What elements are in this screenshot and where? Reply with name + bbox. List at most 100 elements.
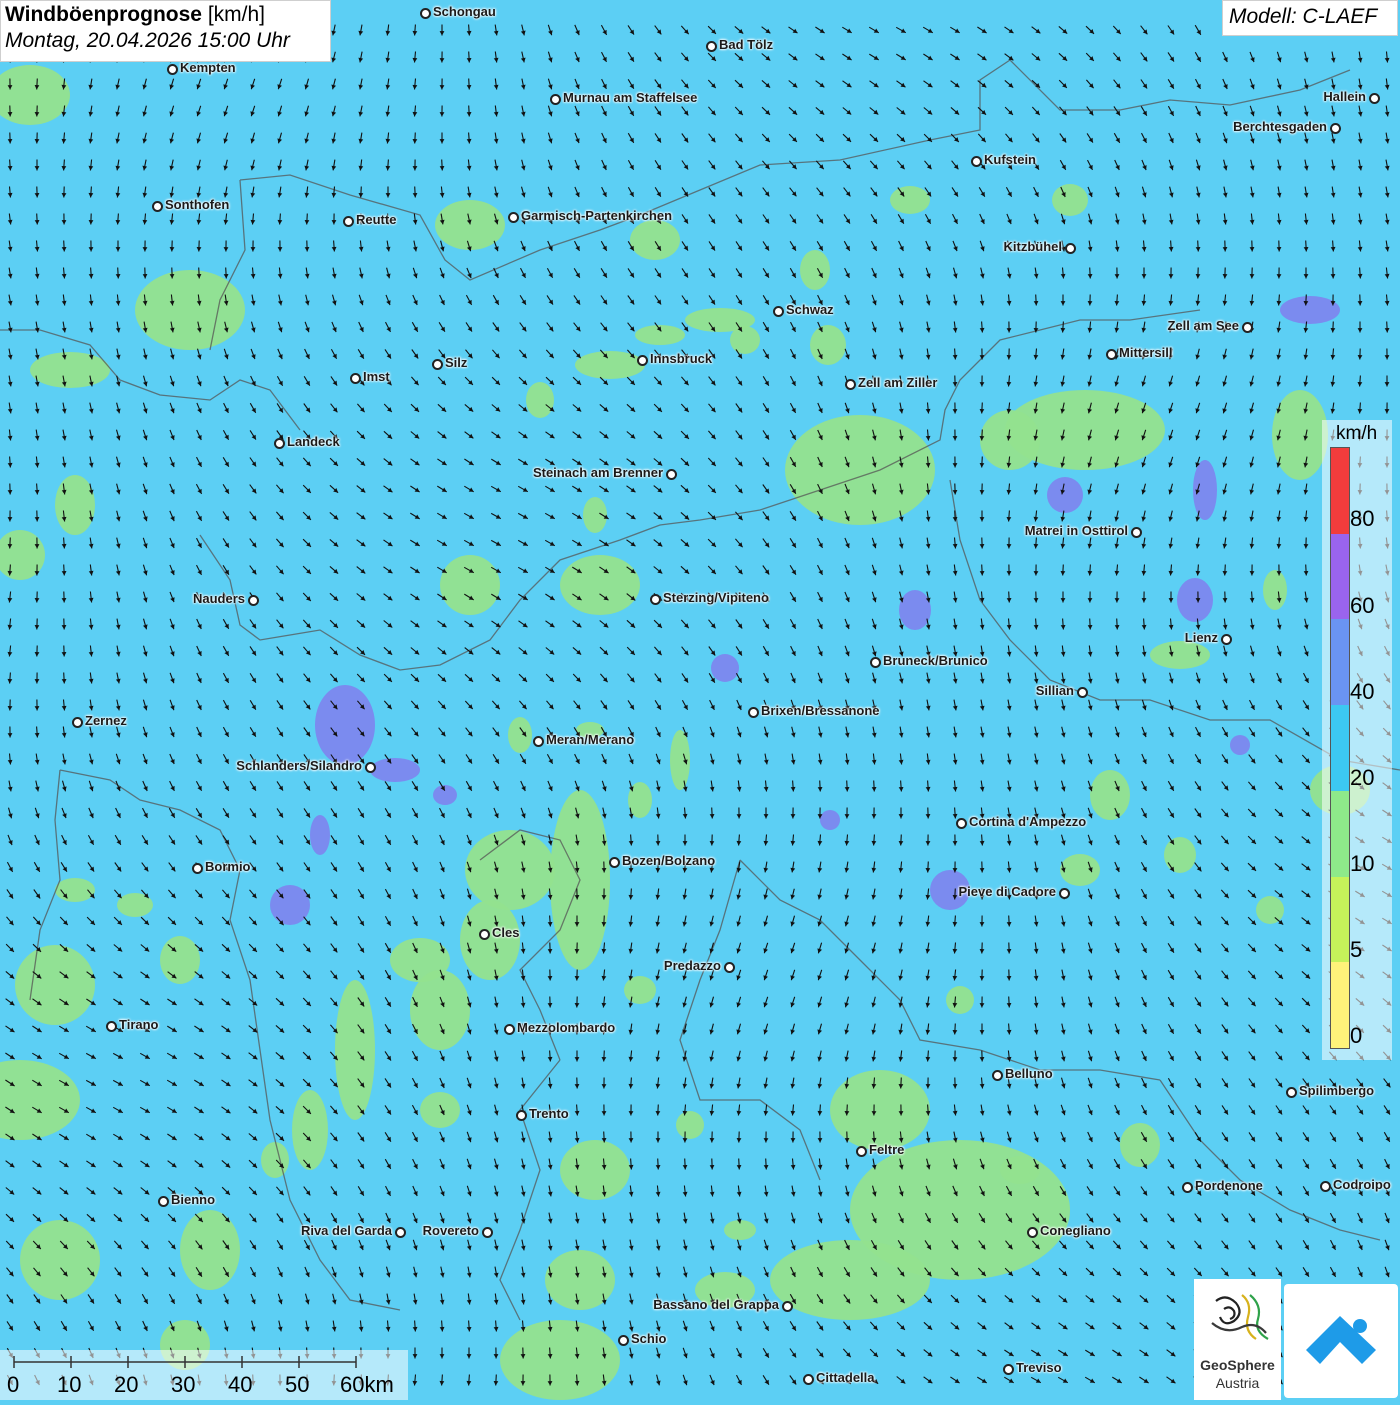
city-marker — [609, 857, 620, 868]
city-label: Lienz — [1185, 630, 1218, 645]
wind-app-logo-icon[interactable] — [1284, 1284, 1398, 1398]
city-label: Nauders — [193, 591, 245, 606]
strong-gust-area — [370, 758, 420, 782]
city-label: Schlanders/Silandro — [236, 758, 362, 773]
city-label: Bienno — [171, 1192, 215, 1207]
calm-gust-area — [465, 830, 555, 910]
calm-gust-area — [420, 1092, 460, 1128]
city-label: Treviso — [1016, 1360, 1062, 1375]
city-marker — [1221, 634, 1232, 645]
calm-gust-area — [1164, 837, 1196, 873]
city-marker — [1286, 1087, 1297, 1098]
strong-gust-area — [711, 654, 739, 682]
city-marker — [666, 469, 677, 480]
calm-gust-area — [980, 410, 1040, 470]
city-marker — [845, 379, 856, 390]
city-marker — [533, 736, 544, 747]
calm-gust-area — [830, 1070, 930, 1150]
city-marker — [1330, 123, 1341, 134]
city-marker — [650, 594, 661, 605]
city-label: Sonthofen — [165, 197, 229, 212]
city-marker — [706, 41, 717, 52]
city-label: Cles — [492, 925, 519, 940]
map-title-unit: [km/h] — [208, 3, 265, 26]
legend-tick-label: 5 — [1350, 937, 1362, 963]
legend-color-segment — [1331, 705, 1349, 791]
calm-gust-area — [508, 717, 532, 753]
strong-gust-area — [1230, 735, 1250, 755]
strong-gust-area — [1177, 578, 1213, 622]
calm-gust-area — [624, 976, 656, 1004]
city-label: Sterzing/Vipiteno — [663, 590, 769, 605]
calm-gust-area — [261, 1142, 289, 1178]
city-label: Kitzbühel — [1004, 239, 1063, 254]
city-label: Feltre — [869, 1142, 904, 1157]
calm-gust-area — [500, 1320, 620, 1400]
city-marker — [1106, 349, 1117, 360]
legend-color-segment — [1331, 962, 1349, 1048]
calm-gust-area — [180, 1210, 240, 1290]
city-marker — [971, 156, 982, 167]
city-marker — [504, 1024, 515, 1035]
calm-gust-area — [1150, 641, 1210, 669]
scale-label: 10 — [57, 1372, 81, 1398]
calm-gust-area — [560, 1140, 630, 1200]
city-marker — [856, 1146, 867, 1157]
city-marker — [1320, 1181, 1331, 1192]
scale-label: 50 — [285, 1372, 309, 1398]
city-label: Riva del Garda — [301, 1223, 392, 1238]
calm-gust-area — [1263, 570, 1287, 610]
city-marker — [72, 717, 83, 728]
legend-tick-label: 20 — [1350, 765, 1374, 791]
city-marker — [1077, 687, 1088, 698]
city-marker — [748, 707, 759, 718]
city-marker — [192, 863, 203, 874]
city-marker — [803, 1374, 814, 1385]
city-label: Conegliano — [1040, 1223, 1111, 1238]
city-label: Zell am Ziller — [858, 375, 937, 390]
strong-gust-area — [310, 815, 330, 855]
city-marker — [420, 8, 431, 19]
city-label: Brixen/Bressanone — [761, 703, 880, 718]
city-marker — [1065, 243, 1076, 254]
city-marker — [956, 818, 967, 829]
legend-tick-label: 10 — [1350, 851, 1374, 877]
calm-gust-area — [15, 945, 95, 1025]
city-label: Meran/Merano — [546, 732, 634, 747]
city-marker — [1059, 888, 1070, 899]
city-marker — [1182, 1182, 1193, 1193]
city-label: Zernez — [85, 713, 127, 728]
city-marker — [724, 962, 735, 973]
city-marker — [1131, 527, 1142, 538]
calm-gust-area — [1090, 770, 1130, 820]
city-marker — [350, 373, 361, 384]
city-label: Trento — [529, 1106, 569, 1121]
legend-color-segment — [1331, 619, 1349, 705]
city-label: Bozen/Bolzano — [622, 853, 715, 868]
calm-gust-area — [1120, 1123, 1160, 1167]
scale-label: 0 — [7, 1372, 19, 1398]
city-marker — [106, 1021, 117, 1032]
city-marker — [395, 1227, 406, 1238]
city-label: Steinach am Brenner — [533, 465, 663, 480]
city-label: Schongau — [433, 4, 496, 19]
city-label: Kempten — [180, 60, 236, 75]
city-label: Bruneck/Brunico — [883, 653, 988, 668]
city-marker — [1242, 322, 1253, 333]
calm-gust-area — [292, 1090, 328, 1170]
city-label: Codroipo — [1333, 1177, 1391, 1192]
city-label: Mezzolombardo — [517, 1020, 615, 1035]
city-marker — [516, 1110, 527, 1121]
city-marker — [508, 212, 519, 223]
city-marker — [343, 216, 354, 227]
city-marker — [992, 1070, 1003, 1081]
city-marker — [432, 359, 443, 370]
city-label: Kufstein — [984, 152, 1036, 167]
city-marker — [482, 1227, 493, 1238]
scale-label: 60km — [340, 1372, 394, 1398]
calm-gust-area — [676, 1111, 704, 1139]
strong-gust-area — [1280, 296, 1340, 324]
geosphere-logo[interactable]: GeoSphere Austria — [1194, 1279, 1281, 1400]
strong-gust-area — [270, 885, 310, 925]
model-label: Modell: C-LAEF — [1222, 0, 1398, 36]
